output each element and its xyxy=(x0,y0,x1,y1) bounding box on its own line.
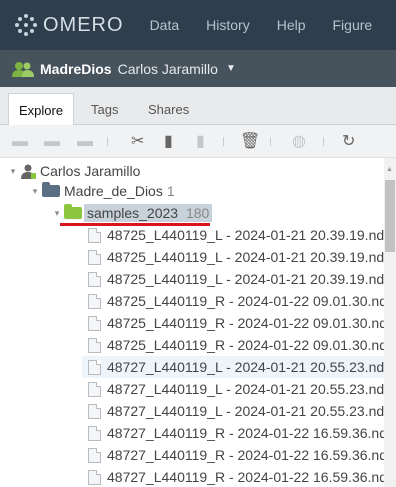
nav-help[interactable]: Help xyxy=(277,17,306,33)
image-file-icon xyxy=(88,469,101,485)
user-group-bar[interactable]: MadreDios Carlos Jaramillo ▼ xyxy=(0,50,396,87)
tree-image-node[interactable]: 48727_L440119_L - 2024-01-21 20.55.23.nd… xyxy=(88,378,395,400)
project-name: Madre_de_Dios xyxy=(64,183,163,199)
tree-user-label: Carlos Jaramillo xyxy=(40,163,141,179)
main-nav: Data History Help Figure xyxy=(150,17,396,33)
tree-user-node[interactable]: ▾ Carlos Jaramillo xyxy=(8,160,140,182)
dataset-folder-icon xyxy=(64,204,82,219)
image-file-icon xyxy=(88,293,101,309)
share-globe-icon[interactable]: ◍ xyxy=(292,134,306,150)
image-name: 48725_L440119_R - 2024-01-22 09.01.30.nd… xyxy=(107,337,396,353)
image-file-icon xyxy=(88,425,101,441)
tree-image-node[interactable]: 48727_L440119_L - 2024-01-21 20.55.23.nd… xyxy=(88,400,395,422)
image-name: 48727_L440119_R - 2024-01-22 16.59.36.nd… xyxy=(107,425,396,441)
tree-image-node[interactable]: 48725_L440119_L - 2024-01-21 20.39.19.nd… xyxy=(88,268,395,290)
image-name: 48727_L440119_L - 2024-01-21 20.55.23.nd… xyxy=(107,381,396,397)
group-name: MadreDios xyxy=(40,60,112,77)
image-name: 48725_L440119_R - 2024-01-22 09.01.30.nd… xyxy=(107,293,396,309)
tree-image-node[interactable]: 48725_L440119_R - 2024-01-22 09.01.30.nd… xyxy=(88,334,396,356)
scroll-up-arrow-icon[interactable]: ▲ xyxy=(386,166,393,173)
image-file-icon xyxy=(88,447,101,463)
image-file-icon xyxy=(88,359,101,375)
image-name: 48727_L440119_L - 2024-01-21 20.55.23.nd… xyxy=(107,403,396,419)
tree-toolbar: ▬ ▬ ▬ ✂ ▮ ▮ 🗑 ◍ ↻ xyxy=(0,125,396,158)
omero-logo[interactable]: OMERO xyxy=(15,14,124,37)
tree-image-node[interactable]: 48727_L440119_R - 2024-01-22 16.59.36.nd… xyxy=(88,422,396,444)
tree-image-node[interactable]: 48725_L440119_R - 2024-01-22 09.01.30.nd… xyxy=(88,312,396,334)
toolbar-separator xyxy=(107,137,108,146)
new-screen-icon[interactable]: ▬ xyxy=(77,134,93,150)
toolbar-separator xyxy=(270,137,271,146)
image-file-icon xyxy=(88,337,101,353)
image-file-icon xyxy=(88,315,101,331)
user-icon xyxy=(21,164,36,179)
toolbar-separator xyxy=(223,137,224,146)
tab-tags[interactable]: Tags xyxy=(81,93,128,125)
collapse-toggle-icon[interactable]: ▾ xyxy=(30,186,40,197)
tree-image-node-hovered[interactable]: 48727_L440119_L - 2024-01-21 20.55.23.nd… xyxy=(82,356,395,378)
dataset-name: samples_2023 xyxy=(87,205,179,221)
tree-image-node[interactable]: 48725_L440119_R - 2024-01-22 09.01.30.nd… xyxy=(88,290,396,312)
tree-image-node[interactable]: 48727_L440119_R - 2024-01-22 16.59.36.nd… xyxy=(88,466,396,487)
image-file-icon xyxy=(88,403,101,419)
tree-dataset-node[interactable]: ▾ samples_2023 180 xyxy=(52,202,213,224)
group-users-icon xyxy=(12,61,34,77)
tree-project-node[interactable]: ▾ Madre_de_Dios 1 xyxy=(30,180,175,202)
new-dataset-icon[interactable]: ▬ xyxy=(44,134,60,150)
new-project-icon[interactable]: ▬ xyxy=(12,134,28,150)
image-name: 48725_L440119_L - 2024-01-21 20.39.19.nd… xyxy=(107,227,396,243)
image-file-icon xyxy=(88,381,101,397)
left-panel-tabs: Explore Tags Shares xyxy=(0,87,396,125)
image-file-icon xyxy=(88,227,101,243)
scrollbar-thumb[interactable] xyxy=(385,180,395,252)
project-child-count: 1 xyxy=(166,183,175,199)
nav-data[interactable]: Data xyxy=(150,17,180,33)
image-file-icon xyxy=(88,271,101,287)
paste-icon[interactable]: ▮ xyxy=(196,134,205,150)
nav-figure[interactable]: Figure xyxy=(333,17,373,33)
collapse-toggle-icon[interactable]: ▾ xyxy=(52,208,62,219)
image-name: 48725_L440119_L - 2024-01-21 20.39.19.nd… xyxy=(107,249,396,265)
dataset-child-count: 180 xyxy=(185,205,210,221)
tree-image-node[interactable]: 48725_L440119_L - 2024-01-21 20.39.19.nd… xyxy=(88,246,395,268)
user-name: Carlos Jaramillo xyxy=(117,60,218,77)
image-file-icon xyxy=(88,249,101,265)
annotation-underline xyxy=(60,223,210,226)
tree-scrollbar[interactable]: ▲ xyxy=(384,158,396,487)
tree-image-node[interactable]: 48725_L440119_L - 2024-01-21 20.39.19.nd… xyxy=(88,224,395,246)
delete-icon[interactable]: 🗑 xyxy=(240,134,260,150)
image-name: 48725_L440119_R - 2024-01-22 09.01.30.nd… xyxy=(107,315,396,331)
omero-logo-icon xyxy=(15,14,37,36)
image-name: 48727_L440119_R - 2024-01-22 16.59.36.nd… xyxy=(107,447,396,463)
image-name: 48727_L440119_L - 2024-01-21 20.55.23.nd… xyxy=(107,359,396,375)
copy-icon[interactable]: ▮ xyxy=(164,134,173,150)
image-name: 48725_L440119_L - 2024-01-21 20.39.19.nd… xyxy=(107,271,396,287)
nav-history[interactable]: History xyxy=(206,17,250,33)
project-folder-icon xyxy=(42,182,60,197)
user-dropdown-caret-icon[interactable]: ▼ xyxy=(226,63,236,74)
tree-image-node[interactable]: 48727_L440119_R - 2024-01-22 16.59.36.nd… xyxy=(88,444,396,466)
collapse-toggle-icon[interactable]: ▾ xyxy=(8,166,18,177)
logo-text: OMERO xyxy=(43,13,124,36)
image-name: 48727_L440119_R - 2024-01-22 16.59.36.nd… xyxy=(107,469,396,485)
toolbar-separator xyxy=(323,137,324,146)
tab-explore[interactable]: Explore xyxy=(8,93,75,125)
cut-icon[interactable]: ✂ xyxy=(131,134,144,150)
data-tree: ▾ Carlos Jaramillo ▾ Madre_de_Dios 1 ▾ s… xyxy=(0,158,396,487)
tab-shares[interactable]: Shares xyxy=(138,93,199,125)
dataset-label-selected: samples_2023 180 xyxy=(84,204,213,222)
refresh-icon[interactable]: ↻ xyxy=(342,134,355,150)
top-navbar: OMERO Data History Help Figure xyxy=(0,0,396,50)
